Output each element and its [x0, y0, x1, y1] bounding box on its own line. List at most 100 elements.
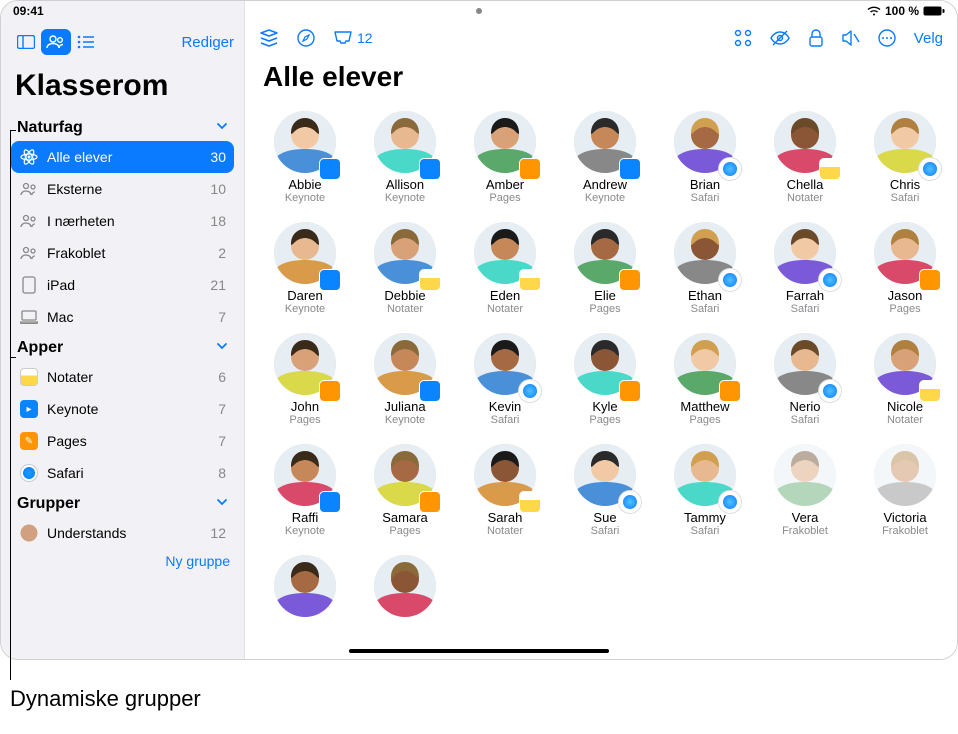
student-cell[interactable]: SarahNotater	[463, 444, 547, 537]
sidebar-row-label: Mac	[47, 309, 210, 325]
sidebar-row-count: 30	[210, 149, 226, 165]
view-panel-button[interactable]	[11, 29, 41, 55]
lock-button[interactable]	[808, 29, 824, 47]
student-cell[interactable]: EliePages	[563, 222, 647, 315]
student-app: Pages	[589, 414, 620, 426]
student-cell[interactable]: BrianSafari	[663, 111, 747, 204]
student-cell[interactable]: SueSafari	[563, 444, 647, 537]
student-cell[interactable]: AbbieKeynote	[263, 111, 347, 204]
student-cell[interactable]: EthanSafari	[663, 222, 747, 315]
annotation-tick	[10, 130, 16, 131]
student-cell[interactable]: ChellaNotater	[763, 111, 847, 204]
sidebar-row-count: 18	[210, 213, 226, 229]
student-cell[interactable]: DarenKeynote	[263, 222, 347, 315]
navigate-button[interactable]	[297, 29, 315, 47]
student-cell[interactable]: VictoriaFrakoblet	[863, 444, 947, 537]
student-app: Safari	[791, 414, 820, 426]
view-people-button[interactable]	[41, 29, 71, 55]
student-cell[interactable]: AllisonKeynote	[363, 111, 447, 204]
home-indicator[interactable]	[349, 649, 609, 653]
pages-badge-icon	[619, 380, 641, 402]
annotation-line	[10, 358, 11, 680]
sidebar-row-safari[interactable]: Safari8	[11, 457, 234, 489]
student-app: Keynote	[285, 192, 325, 204]
sidebar-row-eksterne[interactable]: Eksterne10	[11, 173, 234, 205]
student-name: Farrah	[786, 288, 824, 303]
student-app: Keynote	[285, 303, 325, 315]
student-cell[interactable]: KylePages	[563, 333, 647, 426]
safari-badge-icon	[819, 380, 841, 402]
student-app: Frakoblet	[782, 525, 828, 537]
new-group-button[interactable]: Ny gruppe	[1, 549, 244, 573]
avatar-icon	[19, 523, 39, 543]
sidebar-row-label: I nærheten	[47, 213, 202, 229]
student-cell[interactable]: DebbieNotater	[363, 222, 447, 315]
keynote-badge-icon	[319, 158, 341, 180]
student-app: Pages	[489, 192, 520, 204]
hide-button[interactable]	[770, 30, 790, 46]
sidebar-row-ipad[interactable]: iPad21	[11, 269, 234, 301]
notater-badge-icon	[819, 158, 841, 180]
section-header[interactable]: Apper	[11, 333, 234, 361]
mute-button[interactable]	[842, 30, 860, 46]
sidebar-row-count: 21	[210, 277, 226, 293]
student-avatar	[874, 444, 936, 506]
student-app: Pages	[289, 414, 320, 426]
safari-badge-icon	[719, 158, 741, 180]
safari-badge-icon	[719, 269, 741, 291]
sidebar-row-pages[interactable]: ✎Pages7	[11, 425, 234, 457]
grid-button[interactable]	[734, 29, 752, 47]
student-app: Notater	[387, 303, 423, 315]
student-cell[interactable]	[263, 555, 347, 621]
device-frame: 09:41 100 % Rediger Klasserom	[0, 0, 958, 660]
student-name: Juliana	[384, 399, 425, 414]
sidebar-row-mac[interactable]: Mac7	[11, 301, 234, 333]
student-app: Pages	[689, 414, 720, 426]
student-cell[interactable]: FarrahSafari	[763, 222, 847, 315]
student-name: Sarah	[488, 510, 523, 525]
student-app: Safari	[691, 525, 720, 537]
view-list-button[interactable]	[71, 29, 101, 55]
student-cell[interactable]: EdenNotater	[463, 222, 547, 315]
student-cell[interactable]: AmberPages	[463, 111, 547, 204]
sidebar-title: Klasserom	[1, 63, 244, 113]
student-cell[interactable]: VeraFrakoblet	[763, 444, 847, 537]
section-header[interactable]: Naturfag	[11, 113, 234, 141]
student-cell[interactable]: MatthewPages	[663, 333, 747, 426]
safari-badge-icon	[519, 380, 541, 402]
main-toolbar: 12 Velg	[245, 23, 957, 55]
student-cell[interactable]: AndrewKeynote	[563, 111, 647, 204]
student-app: Safari	[891, 192, 920, 204]
inbox-button[interactable]: 12	[333, 30, 373, 46]
sidebar-row-understands[interactable]: Understands12	[11, 517, 234, 549]
student-app: Safari	[691, 303, 720, 315]
sidebar-row-keynote[interactable]: ▸Keynote7	[11, 393, 234, 425]
sidebar-row-label: Safari	[47, 465, 210, 481]
student-cell[interactable]: KevinSafari	[463, 333, 547, 426]
section-header[interactable]: Grupper	[11, 489, 234, 517]
select-button[interactable]: Velg	[914, 30, 943, 47]
open-app-button[interactable]	[259, 29, 279, 47]
edit-button[interactable]: Rediger	[181, 34, 234, 51]
student-cell[interactable]: TammySafari	[663, 444, 747, 537]
more-button[interactable]	[878, 29, 896, 47]
section-title: Apper	[17, 339, 63, 357]
app-safari-icon	[19, 463, 39, 483]
student-cell[interactable]: NerioSafari	[763, 333, 847, 426]
sidebar-row-alle-elever[interactable]: Alle elever30	[11, 141, 234, 173]
sidebar-row-frakoblet[interactable]: Frakoblet2	[11, 237, 234, 269]
student-cell[interactable]: RaffiKeynote	[263, 444, 347, 537]
students-grid: AbbieKeynoteAllisonKeynoteAmberPagesAndr…	[245, 107, 957, 659]
student-cell[interactable]: JohnPages	[263, 333, 347, 426]
notater-badge-icon	[919, 380, 941, 402]
sidebar-row-i-nærheten[interactable]: I nærheten 18	[11, 205, 234, 237]
student-cell[interactable]: ChrisSafari	[863, 111, 947, 204]
sidebar-row-count: 6	[218, 369, 226, 385]
student-cell[interactable]: JasonPages	[863, 222, 947, 315]
student-app: Notater	[787, 192, 823, 204]
student-cell[interactable]: JulianaKeynote	[363, 333, 447, 426]
student-cell[interactable]: SamaraPages	[363, 444, 447, 537]
student-cell[interactable]	[363, 555, 447, 621]
student-cell[interactable]: NicoleNotater	[863, 333, 947, 426]
sidebar-row-notater[interactable]: Notater6	[11, 361, 234, 393]
